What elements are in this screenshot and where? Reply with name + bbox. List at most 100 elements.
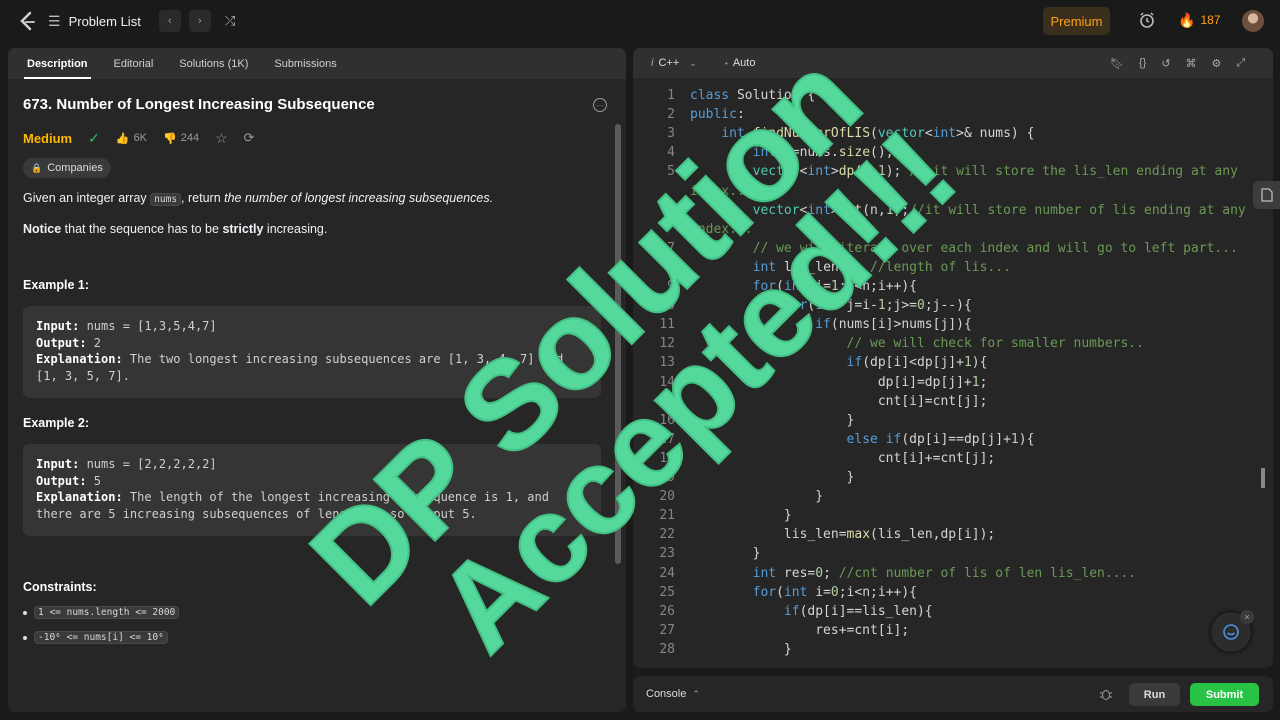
code-text: if(dp[i]==lis_len){ [783, 603, 933, 619]
line-number: 1 [667, 88, 675, 103]
format-braces-icon[interactable]: {} [1139, 57, 1146, 69]
companies-tag[interactable]: 🔒 Companies [23, 158, 111, 178]
line-number: 10 [659, 298, 675, 314]
note-bold: Notice [23, 222, 62, 236]
shuffle-icon[interactable]: ⤮ [225, 13, 235, 29]
code-text: int res=0; //cnt number of lis of len li… [752, 565, 1137, 581]
input-value: nums = [1,3,5,4,7] [79, 319, 217, 333]
explanation-label: Explanation: [36, 352, 123, 366]
premium-button[interactable]: Premium [1043, 7, 1110, 35]
tab-solutions[interactable]: Solutions (1K) [166, 48, 261, 79]
like-count: 6K [133, 132, 148, 144]
line-number: 24 [659, 565, 675, 581]
previous-problem-button[interactable]: ‹ [158, 10, 181, 32]
code-text: if(nums[i]>nums[j]){ [815, 317, 972, 333]
debug-icon[interactable] [1098, 685, 1114, 703]
share-icon[interactable]: ⟳ [244, 130, 255, 146]
notes-file-icon[interactable] [1253, 181, 1280, 209]
tab-submissions[interactable]: Submissions [261, 48, 349, 79]
line-number: 5 [667, 164, 675, 180]
statement-text: , return [181, 191, 225, 205]
problem-description: 673. Number of Longest Increasing Subseq… [23, 96, 607, 644]
line-number: 7 [667, 240, 675, 256]
line-number: 15 [659, 393, 675, 409]
bullet-icon [23, 610, 27, 615]
dislike-button[interactable]: 👎 244 [163, 132, 199, 145]
bullet-icon [23, 635, 27, 640]
close-icon[interactable]: × [1240, 610, 1254, 624]
bookmark-icon[interactable]: 🔖︎ [1110, 57, 1124, 70]
language-selector[interactable]: i C++ ⌄ [651, 48, 697, 78]
leetcode-logo-icon[interactable] [16, 10, 38, 32]
code-area[interactable]: 1 class Solution {2 public: 3 int findNumbe… [633, 86, 1273, 666]
reset-icon[interactable]: ↺ [1161, 57, 1170, 70]
line-number: 12 [659, 336, 675, 352]
problem-list-label: Problem List [68, 13, 141, 29]
problem-note: Notice that the sequence has to be stric… [23, 221, 601, 238]
auto-mode-toggle[interactable]: • Auto [725, 48, 755, 78]
output-label: Output: [36, 473, 87, 488]
line-number: 8 [667, 259, 675, 275]
note-text: that the sequence has to be [61, 222, 223, 236]
scrollbar[interactable] [613, 96, 623, 706]
line-number: 16 [659, 412, 675, 428]
scrollbar-thumb[interactable] [615, 124, 621, 564]
dot-icon: • [725, 58, 728, 68]
settings-gear-icon[interactable]: ⚙ [1212, 57, 1222, 70]
tab-description[interactable]: Description [14, 48, 101, 79]
code-icon: i [651, 57, 654, 69]
chevron-up-icon: ⌃ [692, 688, 700, 699]
line-number: 21 [659, 508, 675, 524]
explanation-label: Explanation: [36, 490, 123, 504]
line-number: 2 [667, 107, 675, 123]
line-number: 20 [659, 489, 675, 505]
constraint-code: -10⁶ <= nums[i] <= 10⁶ [34, 631, 168, 644]
like-button[interactable]: 👍 6K [116, 132, 147, 145]
streak-counter[interactable]: 🔥 187 [1178, 9, 1220, 31]
submit-button[interactable]: Submit [1190, 683, 1259, 706]
code-text: int findNumberOfLIS(vector<int>& nums) { [721, 126, 1035, 142]
alarm-clock-icon[interactable] [1136, 9, 1158, 31]
star-icon[interactable]: ☆ [215, 130, 228, 147]
code-text: public: [690, 107, 745, 123]
line-number: 6 [667, 202, 675, 218]
solved-check-icon: ✓ [88, 129, 100, 146]
tab-editorial[interactable]: Editorial [101, 48, 167, 79]
console-label: Console [646, 688, 687, 700]
code-text: else if(dp[i]==dp[j]+1){ [846, 431, 1035, 447]
code-text: for(int i=0;i<n;i++){ [752, 584, 918, 600]
next-problem-button[interactable]: › [188, 10, 211, 32]
console-toggle[interactable]: Console ⌃ [646, 676, 700, 712]
example-1-title: Example 1: [23, 278, 90, 292]
code-text: int n=nums.size(); [752, 145, 894, 161]
code-text: index... [690, 221, 753, 237]
example-2-box: Input: nums = [2,2,2,2,2] Output: 5 Expl… [23, 444, 601, 536]
chevron-down-icon: ⌄ [689, 57, 697, 68]
list-item: -10⁶ <= nums[i] <= 10⁶ [23, 631, 601, 644]
constraint-code: 1 <= nums.length <= 2000 [34, 606, 180, 619]
statement-emphasis: the number of longest increasing subsequ… [224, 191, 494, 205]
code-text: } [690, 489, 824, 505]
avatar[interactable] [1242, 10, 1264, 32]
description-tabs: Description Editorial Solutions (1K) Sub… [8, 48, 626, 79]
output-label: Output: [36, 335, 87, 350]
code-text: index.... [690, 183, 761, 199]
streak-count: 187 [1200, 13, 1221, 27]
problem-meta: Medium ✓ 👍 6K 👎 244 ☆ ⟳ [23, 128, 601, 148]
line-number: 28 [659, 641, 675, 657]
example-2-title: Example 2: [23, 416, 90, 430]
shortcut-icon[interactable]: ⌘ [1186, 57, 1197, 70]
more-options-icon[interactable]: ··· [593, 98, 607, 112]
constraints-title: Constraints: [23, 580, 97, 594]
line-number: 4 [667, 145, 675, 161]
editor-actions: 🔖︎ {} ↺ ⌘ ⚙ ⤢ [1110, 48, 1245, 78]
code-text: } [690, 412, 855, 428]
run-button[interactable]: Run [1129, 683, 1180, 706]
problem-list-link[interactable]: ☰ Problem List ‹ › ⤮ [48, 10, 235, 32]
thumbs-down-icon: 👎 [163, 132, 177, 145]
example-1-box: Input: nums = [1,3,5,4,7] Output: 2 Expl… [23, 306, 601, 398]
code-text: class Solution { [690, 88, 816, 103]
editor-scrollbar-marker[interactable] [1261, 468, 1265, 488]
fullscreen-icon[interactable]: ⤢ [1236, 57, 1245, 70]
code-text: } [690, 641, 792, 657]
